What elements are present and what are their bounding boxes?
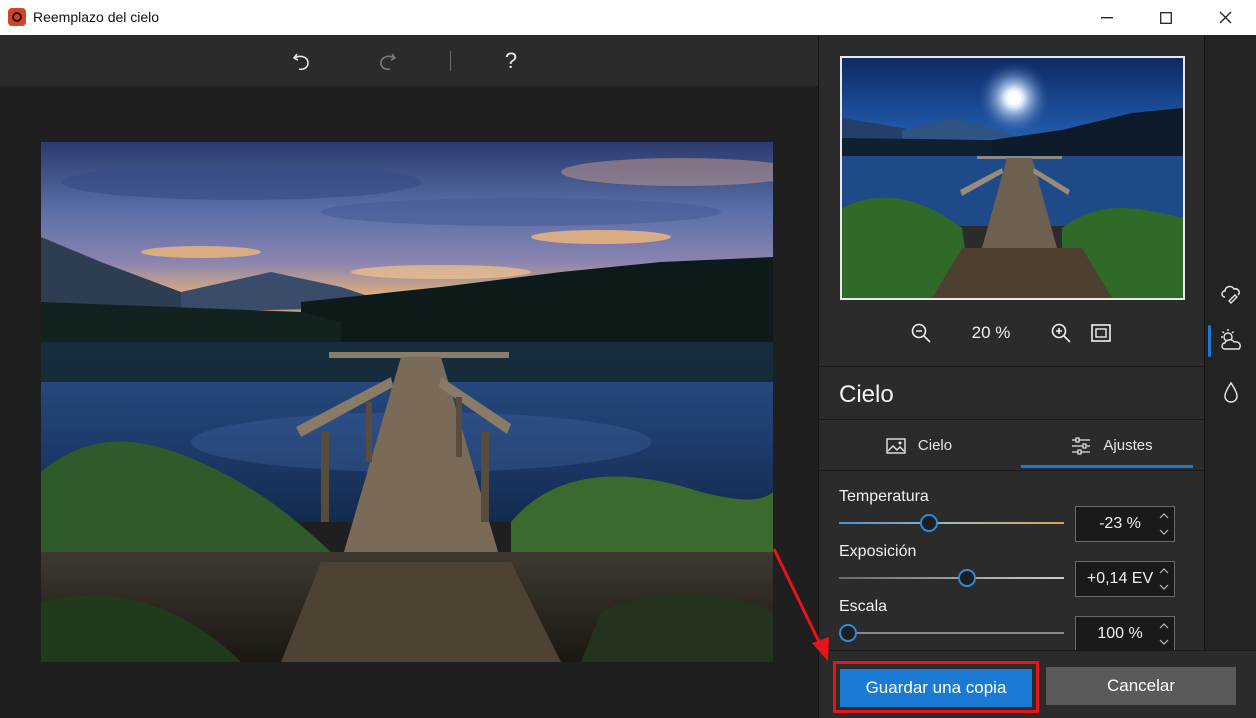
temperature-label: Temperatura: [839, 488, 929, 505]
window-title: Reemplazo del cielo: [33, 9, 160, 25]
lake-dock-photo: [41, 142, 773, 662]
active-tool-indicator: [1208, 325, 1211, 357]
exposure-slider-thumb[interactable]: [958, 569, 976, 587]
fit-to-screen-icon[interactable]: [1089, 321, 1113, 345]
scale-input[interactable]: 100 %: [1075, 616, 1175, 652]
scale-value: 100 %: [1097, 625, 1143, 642]
edit-toolbar: ?: [0, 35, 818, 86]
temperature-slider-thumb[interactable]: [920, 514, 938, 532]
maximize-button[interactable]: [1137, 0, 1195, 35]
title-bar: Reemplazo del cielo: [0, 0, 1256, 35]
exposure-slider-track[interactable]: [839, 577, 1064, 579]
close-button[interactable]: [1196, 0, 1254, 35]
undo-icon: [293, 53, 309, 71]
app-logo-icon: [8, 8, 26, 26]
exposure-value: +0,14 EV: [1086, 570, 1154, 587]
zoom-controls: 20 %: [819, 317, 1205, 349]
temperature-input[interactable]: -23 %: [1075, 506, 1175, 542]
zoom-in-icon[interactable]: [1049, 321, 1073, 345]
toolbar-divider: [450, 51, 451, 71]
zoom-level: 20 %: [971, 323, 1011, 342]
annotation-arrow-icon: [772, 548, 829, 661]
maximize-icon: [1160, 11, 1172, 24]
temperature-value: -23 %: [1099, 515, 1141, 532]
temperature-control: Temperatura -23 %: [839, 488, 1175, 542]
cancel-button[interactable]: Cancelar: [1046, 667, 1236, 705]
scale-slider-thumb[interactable]: [839, 624, 857, 642]
water-drop-icon[interactable]: [1217, 379, 1245, 407]
action-bar: Guardar una copia Cancelar: [818, 650, 1256, 718]
sky-brush-icon[interactable]: [1217, 279, 1245, 307]
tab-label: Ajustes: [1103, 437, 1153, 454]
sliders-icon: [1072, 436, 1091, 455]
minimize-icon: [1101, 16, 1113, 18]
spin-arrows-icon[interactable]: [1156, 564, 1172, 594]
tab-cielo[interactable]: Cielo: [819, 420, 1019, 471]
image-workspace: ?: [0, 35, 818, 718]
temperature-slider-track[interactable]: [839, 522, 1064, 524]
exposure-input[interactable]: +0,14 EV: [1075, 561, 1175, 597]
tool-rail: [1204, 35, 1256, 650]
spin-arrows-icon[interactable]: [1156, 619, 1172, 649]
active-tab-indicator: [1021, 465, 1193, 468]
preview-thumbnail: [840, 56, 1185, 300]
tab-ajustes[interactable]: Ajustes: [1019, 420, 1205, 471]
zoom-out-icon[interactable]: [909, 321, 933, 345]
spin-arrows-icon[interactable]: [1156, 509, 1172, 539]
minimize-button[interactable]: [1078, 0, 1136, 35]
image-icon: [886, 437, 906, 454]
exposure-label: Exposición: [839, 543, 917, 560]
undo-button[interactable]: [288, 47, 316, 75]
help-button[interactable]: ?: [497, 47, 525, 75]
panel-divider: [819, 366, 1205, 367]
scale-control: Escala 100 %: [839, 598, 1175, 652]
scale-label: Escala: [839, 598, 888, 615]
sky-replacement-window: Reemplazo del cielo ? 20 % Cielo Cielo A…: [0, 0, 1256, 718]
exposure-control: Exposición +0,14 EV: [839, 543, 1175, 597]
save-copy-button[interactable]: Guardar una copia: [840, 669, 1032, 707]
redo-button[interactable]: [373, 47, 401, 75]
redo-icon: [380, 53, 396, 71]
panel-tabs: Cielo Ajustes: [819, 420, 1205, 471]
main-photo: [41, 142, 773, 662]
panel-divider: [819, 470, 1205, 471]
night-sky-preview: [842, 58, 1183, 298]
scale-slider-track[interactable]: [839, 632, 1064, 634]
section-title: Cielo: [839, 381, 894, 408]
partly-cloudy-icon[interactable]: [1217, 327, 1245, 355]
settings-panel: 20 % Cielo Cielo Ajustes Temperatura -23…: [818, 35, 1205, 652]
tab-label: Cielo: [917, 437, 953, 454]
close-icon: [1219, 11, 1231, 24]
